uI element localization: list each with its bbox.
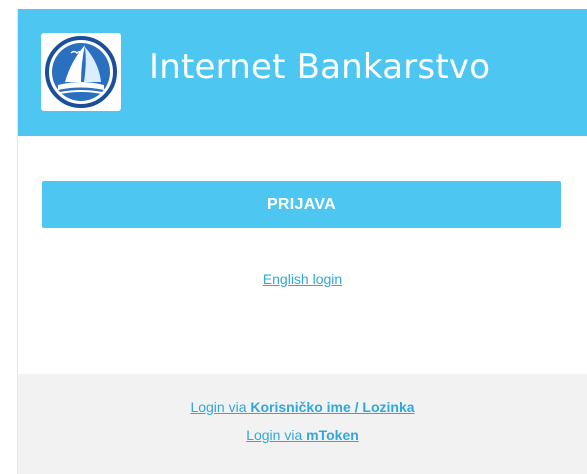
page-title: Internet Bankarstvo: [149, 47, 491, 87]
credentials-method-label: Korisničko ime / Lozinka: [250, 399, 415, 415]
english-login-link[interactable]: English login: [263, 271, 342, 287]
alternative-login-footer: Login via Korisničko ime / Lozinka Login…: [18, 374, 587, 474]
login-options: PRIJAVA English login: [18, 136, 587, 374]
sailboat-logo-icon: [45, 36, 117, 108]
login-via-mtoken-link[interactable]: Login via mToken: [246, 427, 359, 443]
login-card: Internet Bankarstvo PRIJAVA English logi…: [17, 9, 587, 474]
login-via-prefix: Login via: [246, 427, 307, 443]
english-login-row: English login: [18, 271, 587, 287]
prijava-button[interactable]: PRIJAVA: [42, 181, 561, 228]
footer-link-row-mtoken: Login via mToken: [18, 427, 587, 443]
bank-logo: [41, 33, 121, 111]
mtoken-method-label: mToken: [306, 427, 359, 443]
header-banner: Internet Bankarstvo: [18, 9, 587, 136]
login-via-prefix: Login via: [190, 399, 251, 415]
login-via-credentials-link[interactable]: Login via Korisničko ime / Lozinka: [190, 399, 414, 415]
footer-link-row-credentials: Login via Korisničko ime / Lozinka: [18, 399, 587, 415]
